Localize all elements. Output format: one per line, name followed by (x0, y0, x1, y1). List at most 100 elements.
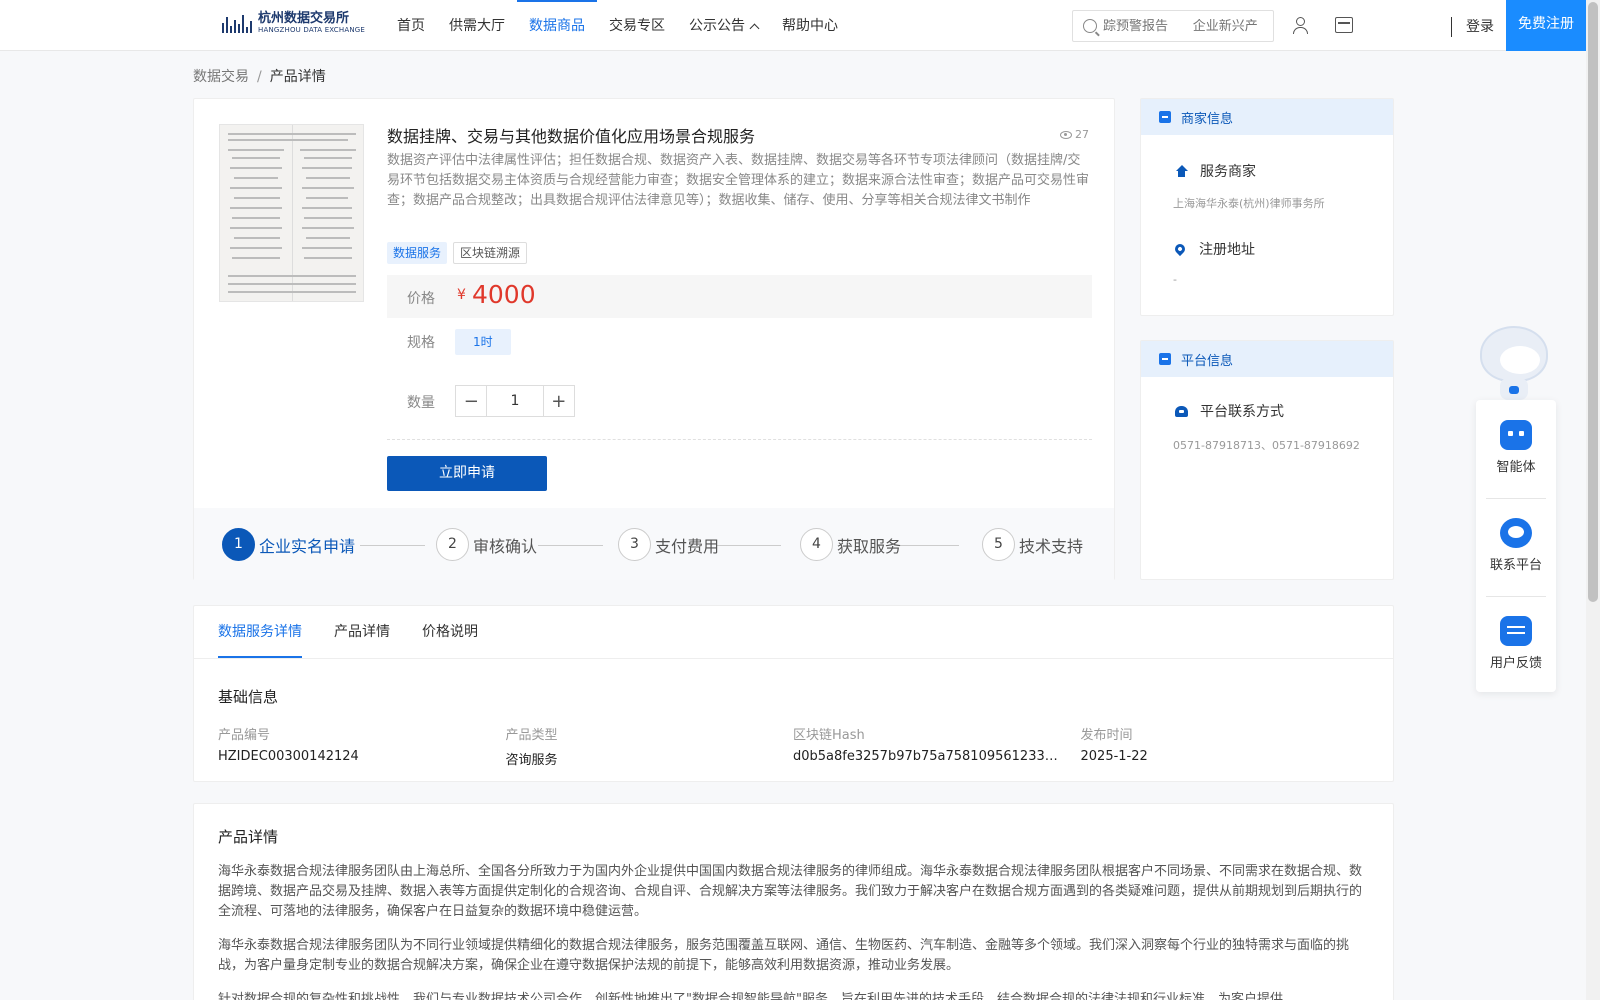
user-feedback-label: 用户反馈 (1489, 656, 1542, 671)
step-connector (716, 545, 781, 546)
calendar-icon (1159, 111, 1171, 123)
platform-contact-row: 平台联系方式 (1175, 401, 1284, 421)
nav-trading-zone[interactable]: 交易专区 (597, 0, 677, 50)
logo[interactable]: 杭州数据交易所 HANGZHOU DATA EXCHANGE (220, 10, 365, 36)
product-thumbnail[interactable] (219, 124, 364, 302)
step-connector (538, 545, 603, 546)
nav-announcements-label: 公示公告 (689, 18, 745, 34)
page-scrollbar[interactable] (1586, 0, 1600, 1000)
scrollbar-thumb[interactable] (1588, 2, 1598, 602)
smart-agent-label: 智能体 (1496, 460, 1536, 475)
location-pin-icon (1172, 241, 1188, 257)
robot-icon (1500, 420, 1532, 450)
assistant-robot-icon[interactable] (1476, 326, 1552, 404)
info-key: 区块链Hash (793, 728, 865, 743)
login-link[interactable]: 登录 (1466, 16, 1494, 36)
shop-icon[interactable] (1335, 17, 1353, 33)
chevron-up-icon (749, 23, 760, 33)
search-box[interactable] (1072, 10, 1274, 42)
merchant-info-title: 商家信息 (1181, 111, 1234, 127)
step-2: 2 审核确认 (436, 528, 537, 561)
info-field: 产品编号 HZIDEC00300142124 (218, 724, 506, 768)
merchant-info-header: 商家信息 (1141, 99, 1393, 135)
logo-en-text: HANGZHOU DATA EXCHANGE (258, 26, 366, 34)
currency-symbol: ¥ (457, 287, 466, 303)
platform-contact-value: 0571-87918713、0571-87918692 (1173, 439, 1360, 452)
quantity-label: 数量 (407, 395, 435, 411)
feedback-icon (1500, 616, 1532, 646)
floating-service-panel: 智能体 联系平台 用户反馈 (1476, 400, 1556, 692)
nav-home[interactable]: 首页 (385, 0, 437, 50)
search-input[interactable] (1103, 18, 1273, 34)
process-steps: 1 企业实名申请 2 审核确认 3 支付费用 4 获取服务 5 技术支持 (194, 508, 1114, 580)
platform-info-header: 平台信息 (1141, 341, 1393, 377)
step-connector (894, 545, 959, 546)
breadcrumb-separator: / (257, 69, 262, 85)
basic-info-grid: 产品编号 HZIDEC00300142124 产品类型 咨询服务 区块链Hash… (218, 724, 1368, 768)
tag-blockchain: 区块链溯源 (453, 242, 528, 264)
product-card: 数据挂牌、交易与其他数据价值化应用场景合规服务 27 数据资产评估中法律属性评估… (193, 98, 1115, 580)
apply-now-button[interactable]: 立即申请 (387, 456, 547, 491)
quantity-value[interactable]: 1 (486, 386, 544, 416)
product-tags: 数据服务 区块链溯源 (387, 242, 528, 264)
platform-info-title: 平台信息 (1181, 353, 1234, 369)
service-merchant-label: 服务商家 (1200, 164, 1256, 180)
info-value: d0b5a8fe3257b97b75a7581095612333a9… (793, 749, 1065, 764)
platform-contact-label: 平台联系方式 (1200, 404, 1284, 420)
smart-agent-button[interactable]: 智能体 (1476, 420, 1556, 475)
tab-product-detail[interactable]: 产品详情 (334, 606, 390, 658)
view-count-value: 27 (1075, 128, 1089, 141)
calendar-icon (1159, 353, 1171, 365)
quantity-plus-button[interactable]: + (544, 386, 574, 416)
tab-price-description[interactable]: 价格说明 (422, 606, 478, 658)
nav-supply-demand[interactable]: 供需大厅 (437, 0, 517, 50)
quantity-row: 数量 − 1 + (387, 385, 1092, 425)
step-number: 5 (982, 528, 1015, 561)
breadcrumb-root[interactable]: 数据交易 (193, 69, 249, 85)
spec-option[interactable]: 1时 (455, 329, 511, 355)
phone-icon (1175, 405, 1188, 417)
registered-address-value: - (1173, 273, 1177, 286)
tag-data-service: 数据服务 (387, 242, 448, 264)
price-value: 4000 (472, 280, 536, 309)
step-5: 5 技术支持 (982, 528, 1083, 561)
breadcrumb: 数据交易 / 产品详情 (193, 66, 326, 86)
quantity-minus-button[interactable]: − (456, 386, 486, 416)
tab-data-service-detail[interactable]: 数据服务详情 (218, 606, 302, 658)
detail-tabs: 数据服务详情 产品详情 价格说明 (218, 606, 510, 658)
info-value: 2025-1-22 (1080, 749, 1148, 764)
header-divider (1451, 17, 1452, 37)
nav-announcements[interactable]: 公示公告 (677, 0, 770, 50)
nav-data-products[interactable]: 数据商品 (517, 0, 597, 50)
step-label: 技术支持 (1019, 536, 1084, 556)
price-label: 价格 (407, 291, 435, 307)
step-label: 获取服务 (837, 536, 902, 556)
registered-address-label: 注册地址 (1199, 242, 1255, 258)
step-4: 4 获取服务 (800, 528, 901, 561)
float-divider (1486, 498, 1546, 499)
product-description: 数据资产评估中法律属性评估；担任数据合规、数据资产入表、数据挂牌、数据交易等各环… (387, 153, 1090, 208)
logo-cn-text: 杭州数据交易所 (258, 11, 350, 26)
quantity-stepper: − 1 + (455, 385, 575, 417)
view-count: 27 (1060, 128, 1089, 141)
register-button[interactable]: 免费注册 (1506, 0, 1586, 51)
nav-help-center[interactable]: 帮助中心 (770, 0, 850, 50)
platform-info-card: 平台信息 平台联系方式 0571-87918713、0571-87918692 (1140, 340, 1394, 580)
user-feedback-button[interactable]: 用户反馈 (1476, 616, 1556, 671)
step-number: 4 (800, 528, 833, 561)
info-field: 区块链Hash d0b5a8fe3257b97b75a7581095612333… (793, 724, 1081, 768)
user-icon[interactable] (1292, 17, 1308, 34)
info-value: HZIDEC00300142124 (218, 749, 359, 764)
step-1: 1 企业实名申请 (222, 528, 355, 561)
breadcrumb-current: 产品详情 (269, 69, 326, 85)
contact-platform-label: 联系平台 (1489, 558, 1542, 573)
float-divider (1486, 596, 1546, 597)
contact-platform-button[interactable]: 联系平台 (1476, 518, 1556, 573)
step-connector (360, 545, 425, 546)
detail-paragraph: 海华永泰数据合规法律服务团队由上海总所、全国各分所致力于为国内外企业提供中国国内… (218, 864, 1363, 919)
step-number: 3 (618, 528, 651, 561)
product-detail-title: 产品详情 (218, 828, 279, 846)
search-icon (1083, 19, 1097, 33)
basic-info-title: 基础信息 (218, 688, 279, 706)
registered-address-row: 注册地址 (1172, 239, 1255, 259)
